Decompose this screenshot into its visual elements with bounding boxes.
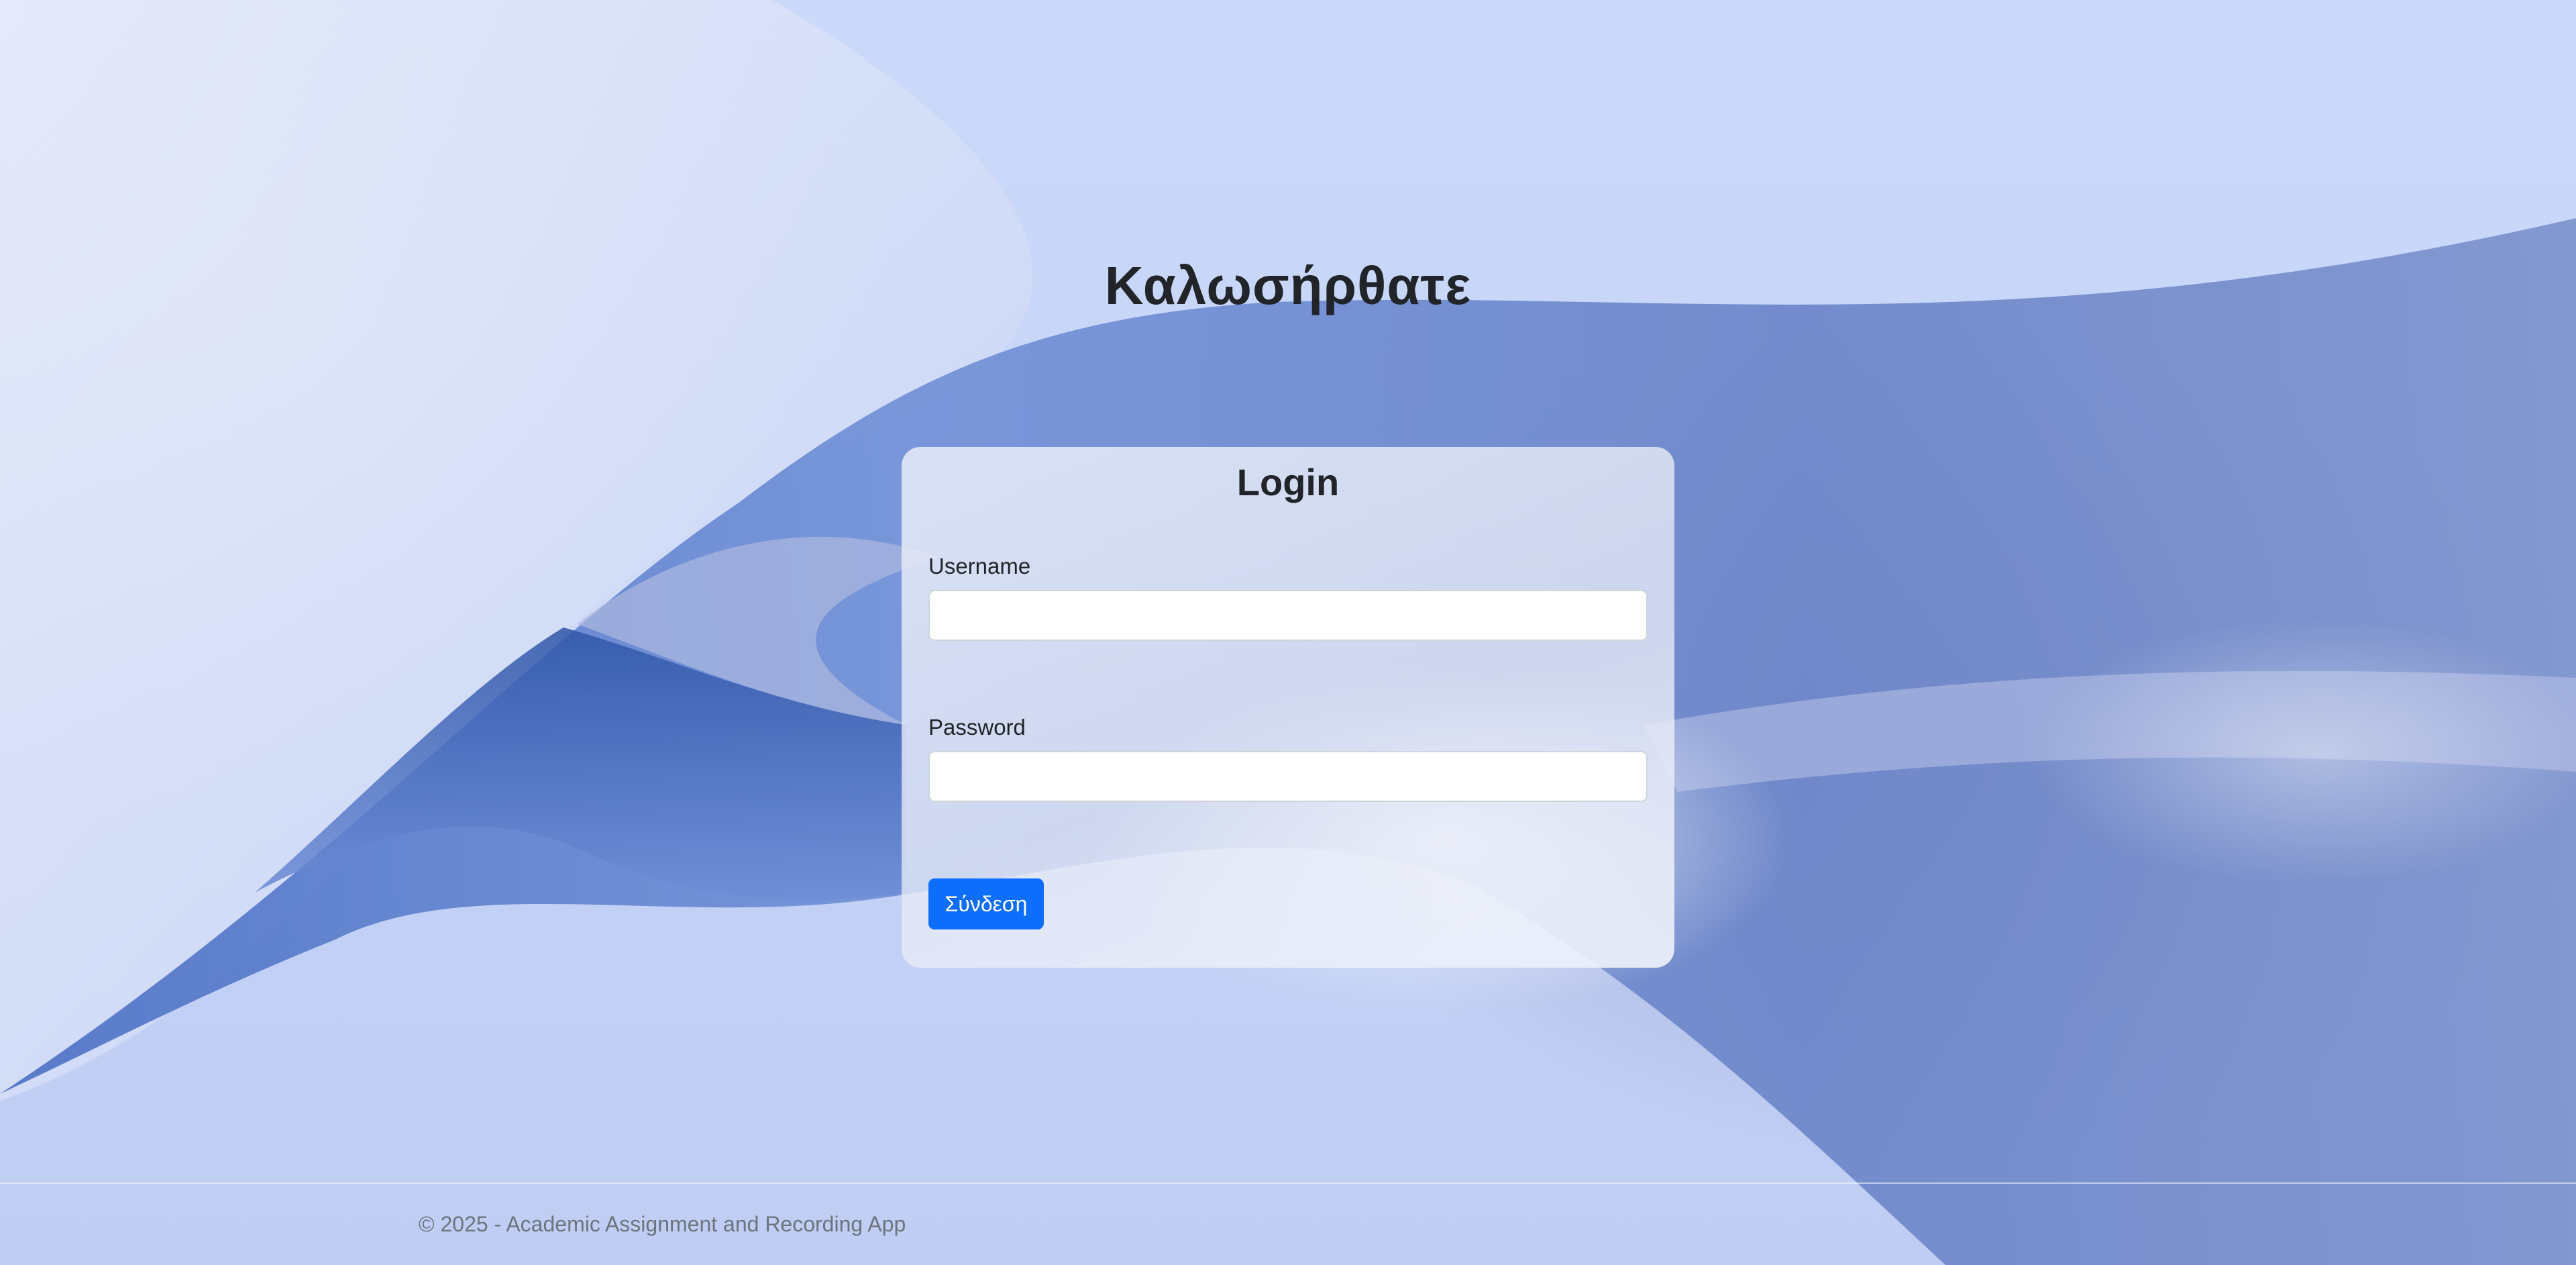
- login-title: Login: [1236, 461, 1340, 503]
- footer-divider: [0, 1182, 2576, 1184]
- username-label: Username: [928, 554, 1031, 578]
- password-input[interactable]: [928, 751, 1648, 802]
- username-input[interactable]: [928, 590, 1648, 641]
- login-card: Login Username Password Σύνδεση: [902, 447, 1674, 968]
- password-label: Password: [928, 715, 1026, 740]
- login-button[interactable]: Σύνδεση: [928, 878, 1044, 929]
- footer-copyright: © 2025 - Academic Assignment and Recordi…: [419, 1212, 906, 1236]
- welcome-heading: Καλωσήρθατε: [1104, 256, 1472, 315]
